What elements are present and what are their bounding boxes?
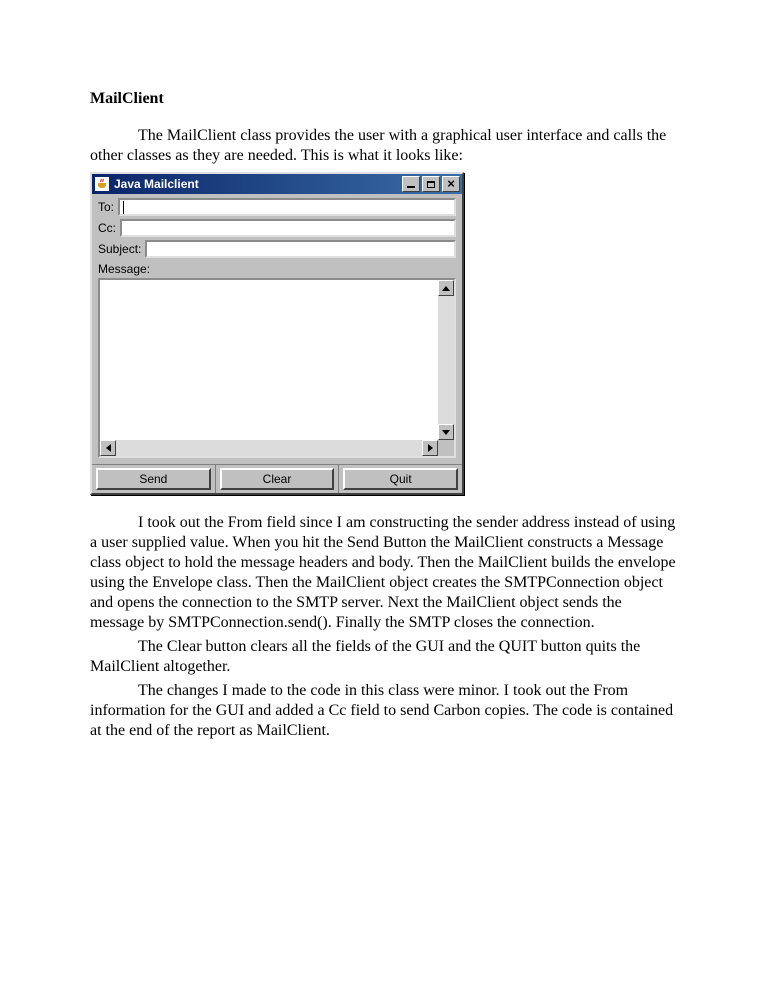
close-button[interactable] [442,176,460,192]
scroll-left-button[interactable] [100,440,116,456]
titlebar[interactable]: Java Mailclient [92,174,462,194]
subject-label: Subject: [98,242,141,256]
body-paragraph-3: The changes I made to the code in this c… [90,681,678,741]
body-paragraph-2: The Clear button clears all the fields o… [90,637,678,677]
button-row: Send Clear Quit [92,464,462,493]
message-textarea[interactable] [100,280,438,440]
vertical-scrollbar[interactable] [438,280,454,440]
section-heading: MailClient [90,90,678,108]
horizontal-scrollbar[interactable] [100,440,438,456]
scroll-down-button[interactable] [438,424,454,440]
maximize-button[interactable] [422,176,440,192]
scroll-corner [438,440,454,456]
cc-label: Cc: [98,221,116,235]
subject-input[interactable] [145,240,456,258]
to-label: To: [98,200,114,214]
message-label: Message: [98,262,456,276]
body-paragraph-1: I took out the From field since I am con… [90,513,678,633]
java-icon [94,176,110,192]
mailclient-window: Java Mailclient To: Cc: Subject: Message… [90,172,464,495]
cc-input[interactable] [120,219,456,237]
window-title: Java Mailclient [114,177,400,191]
quit-button[interactable]: Quit [343,468,458,490]
scroll-right-button[interactable] [422,440,438,456]
scroll-up-button[interactable] [438,280,454,296]
message-area [98,278,456,458]
send-button[interactable]: Send [96,468,211,490]
intro-paragraph: The MailClient class provides the user w… [90,126,678,166]
clear-button[interactable]: Clear [220,468,335,490]
to-input[interactable] [118,198,456,216]
minimize-button[interactable] [402,176,420,192]
